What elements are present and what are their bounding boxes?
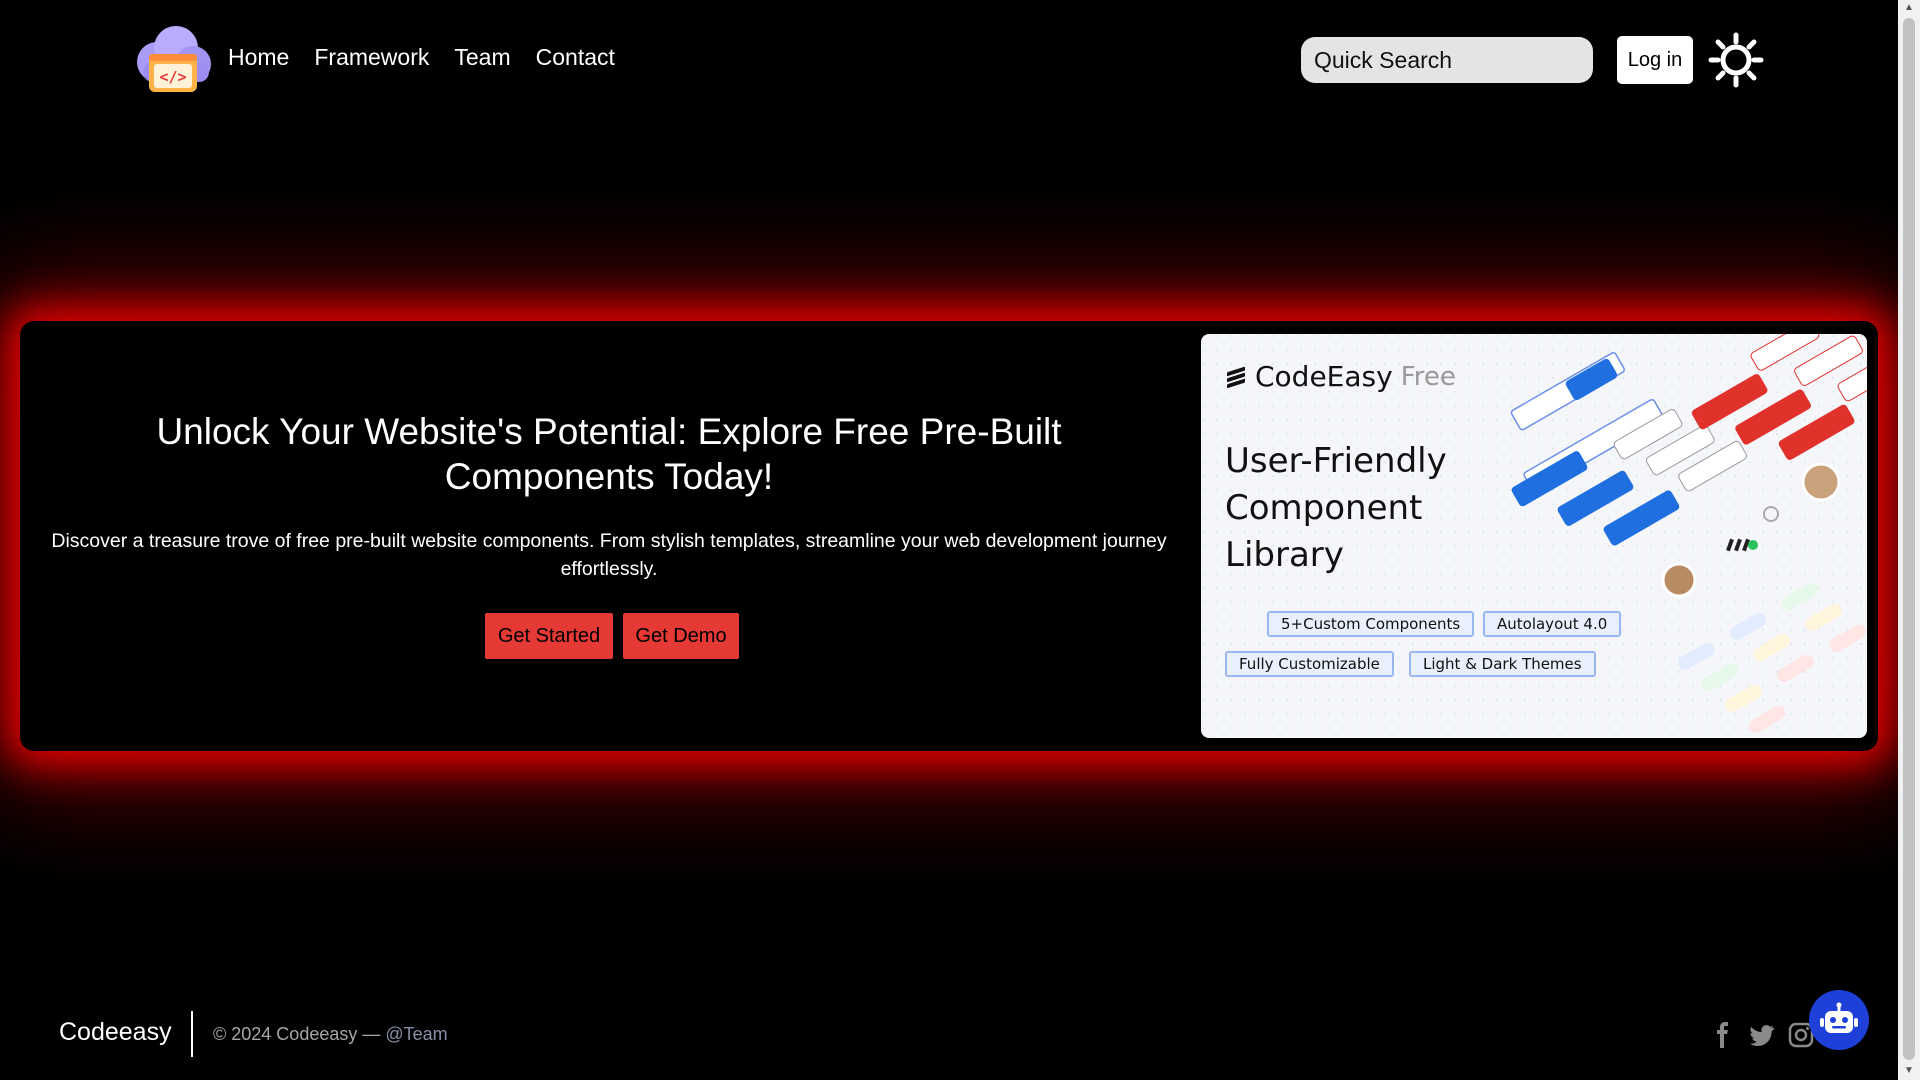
copyright-text: © 2024 Codeeasy —: [213, 1024, 381, 1044]
footer-brand[interactable]: Codeeasy: [59, 1018, 172, 1047]
hero-text-block: Unlock Your Website's Potential: Explore…: [20, 321, 1198, 751]
nav-framework[interactable]: Framework: [314, 44, 429, 71]
team-link[interactable]: @Team: [385, 1024, 447, 1044]
hero-description: Discover a treasure trove of free pre-bu…: [51, 530, 1167, 580]
login-button[interactable]: Log in: [1617, 36, 1693, 84]
chip-autolayout: Autolayout 4.0: [1483, 611, 1622, 637]
scroll-thumb[interactable]: [1903, 18, 1915, 1060]
quick-search-input[interactable]: [1301, 37, 1593, 83]
hero-card: Unlock Your Website's Potential: Explore…: [20, 321, 1878, 751]
twitter-icon[interactable]: [1749, 1022, 1775, 1048]
svg-text:</>: </>: [159, 68, 186, 86]
nav-contact[interactable]: Contact: [536, 44, 615, 71]
nav-team[interactable]: Team: [454, 44, 510, 71]
codeeasy-logo-icon: [1227, 366, 1245, 388]
get-demo-button[interactable]: Get Demo: [623, 613, 739, 659]
sun-icon[interactable]: [1708, 32, 1764, 88]
cloud-code-icon[interactable]: </>: [133, 24, 215, 96]
chip-customizable: Fully Customizable: [1225, 651, 1394, 677]
robot-icon: [1820, 1002, 1858, 1033]
facebook-icon[interactable]: [1710, 1022, 1736, 1048]
footer-copyright: © 2024 Codeeasy — @Team: [213, 1024, 448, 1045]
hero-title: Unlock Your Website's Potential: Explore…: [156, 411, 1062, 497]
promo-brand-name: CodeEasy: [1255, 360, 1393, 393]
promo-headline: User-Friendly Component Library: [1225, 441, 1447, 575]
scroll-down-arrow[interactable]: ▼: [1904, 1066, 1914, 1076]
chip-themes: Light & Dark Themes: [1409, 651, 1596, 677]
main-nav: Home Framework Team Contact: [228, 44, 615, 71]
chatbot-button[interactable]: [1809, 990, 1869, 1050]
scroll-up-arrow[interactable]: ▲: [1904, 3, 1914, 13]
get-started-button[interactable]: Get Started: [485, 613, 613, 659]
site-header: </> Home Framework Team Contact Log in: [0, 0, 1898, 120]
footer-divider: [191, 1011, 193, 1057]
page-scrollbar[interactable]: ▲ ▼: [1898, 0, 1920, 1080]
chip-custom-components: 5+Custom Components: [1267, 611, 1475, 637]
nav-home[interactable]: Home: [228, 44, 289, 71]
promo-image: CodeEasy Free User-Friendly Component Li…: [1201, 334, 1867, 738]
promo-brand: CodeEasy Free: [1225, 360, 1456, 393]
promo-brand-tag: Free: [1400, 361, 1456, 392]
